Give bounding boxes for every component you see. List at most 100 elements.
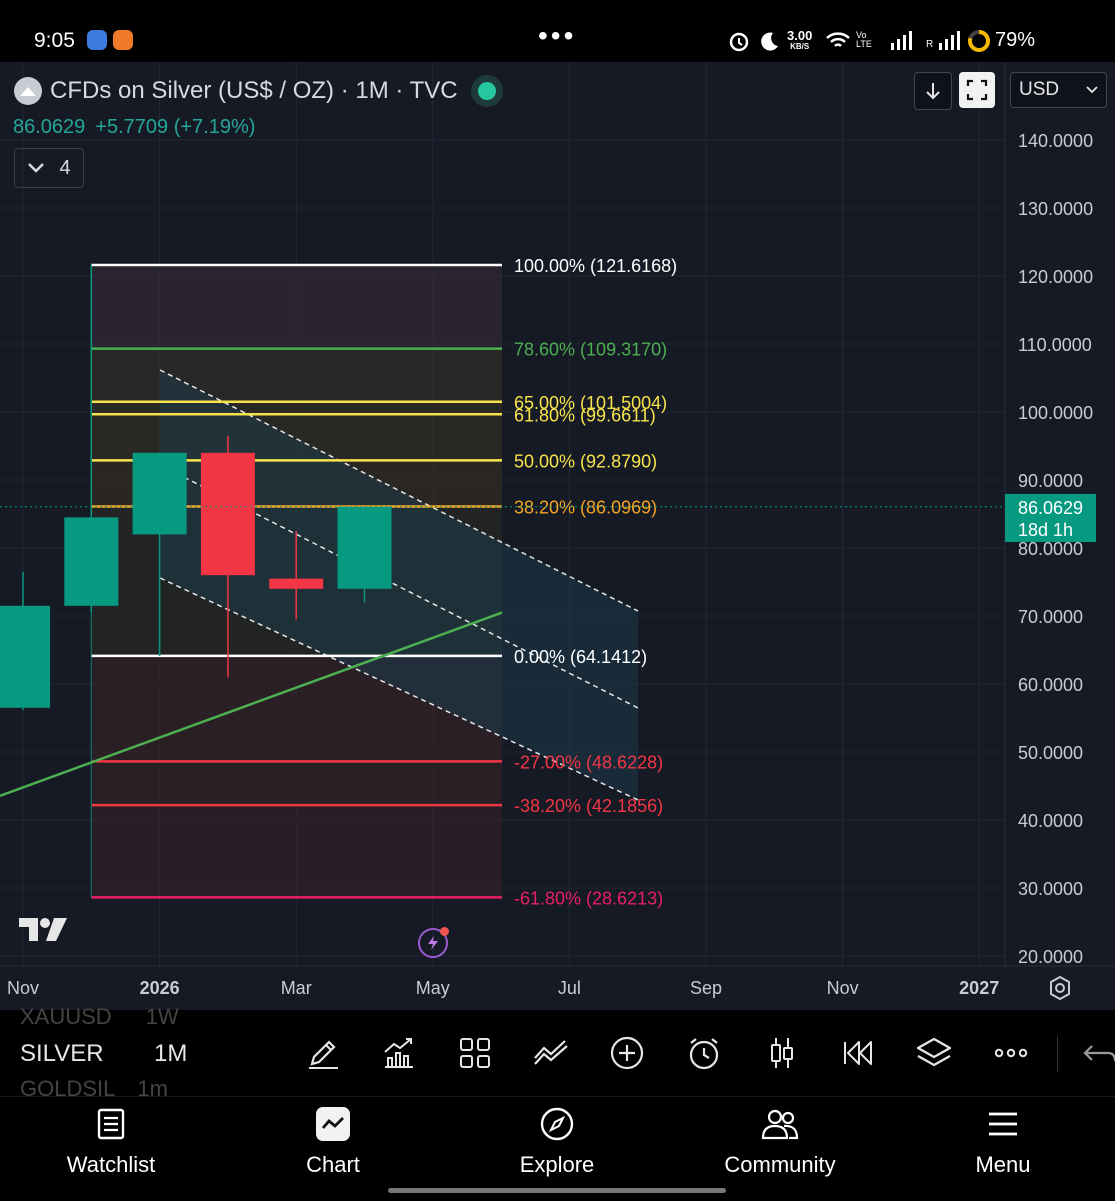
pencil-icon[interactable]: [304, 1034, 342, 1072]
fib-level-label: 38.20% (86.0969): [514, 498, 657, 518]
nav-watchlist-label: Watchlist: [66, 1152, 156, 1177]
price-axis-label: 70.0000: [1018, 607, 1083, 627]
currency-select[interactable]: USD: [1010, 72, 1107, 108]
time-axis-label: Nov: [7, 978, 39, 998]
time-axis-label: Mar: [281, 978, 312, 998]
wifi-icon: [826, 32, 850, 47]
fib-zone: [91, 401, 503, 415]
tradingview-logo-icon: [19, 918, 67, 941]
status-time: 9:05: [34, 29, 75, 52]
candle-body: [64, 517, 119, 606]
candle-body: [337, 506, 392, 589]
candle-body: [0, 605, 50, 708]
chevron-down-icon: [1086, 86, 1098, 94]
signal-icon-2: [939, 31, 960, 50]
price-axis-label: 140.0000: [1018, 131, 1093, 151]
more-icon[interactable]: [992, 1034, 1030, 1072]
symbol-ghost-prev[interactable]: XAUUSD 1W: [20, 1004, 179, 1030]
bar-countdown: 18d 1h: [1018, 520, 1074, 540]
replay-icon[interactable]: [839, 1034, 877, 1072]
nav-explore-label: Explore: [519, 1152, 595, 1177]
scroll-to-latest-button[interactable]: [914, 72, 952, 110]
fib-level-label: -61.80% (28.6213): [514, 888, 663, 908]
notification-dot: [440, 927, 449, 936]
price-axis-label: 50.0000: [1018, 743, 1083, 763]
nav-community-label: Community: [724, 1152, 836, 1177]
alarm-icon[interactable]: [685, 1034, 723, 1072]
fib-level-label: 61.80% (99.6611): [514, 405, 656, 425]
signal-icon-1: [891, 31, 912, 50]
more-dots-icon: •••: [538, 20, 577, 51]
nav-chart[interactable]: Chart: [253, 1104, 413, 1178]
price-chart[interactable]: 100.00% (121.6168)78.60% (109.3170)65.00…: [0, 62, 1115, 1010]
time-axis-label: Nov: [827, 978, 859, 998]
chart-settings-gear-icon[interactable]: [1046, 974, 1074, 1002]
symbol-title: CFDs on Silver (US$ / OZ) · 1M · TVC: [50, 77, 458, 104]
arrow-down-icon: [926, 83, 940, 100]
price-change: +5.7709 (+7.19%): [95, 116, 256, 138]
volte-label: Vo LTE: [856, 30, 872, 49]
layers-icon[interactable]: [915, 1034, 953, 1072]
fib-level-label: -38.20% (42.1856): [514, 796, 663, 816]
indicator-count: 4: [59, 156, 71, 179]
fib-level-label: 50.00% (92.8790): [514, 451, 657, 471]
expand-icon: [966, 79, 988, 101]
nav-community[interactable]: Community: [700, 1104, 860, 1178]
collapse-indicators-button[interactable]: 4: [14, 148, 84, 188]
time-axis-label: 2026: [140, 978, 180, 998]
nav-menu[interactable]: Menu: [923, 1104, 1083, 1178]
roaming-label: R: [926, 39, 934, 50]
menu-icon: [989, 1112, 1017, 1136]
current-interval[interactable]: 1M: [154, 1040, 187, 1068]
lightning-icon: [428, 936, 438, 950]
chart-legend[interactable]: CFDs on Silver (US$ / OZ) · 1M · TVC: [14, 77, 496, 105]
community-icon: [761, 1109, 799, 1140]
last-price-tag: 86.0629 18d 1h: [1005, 494, 1096, 542]
fullscreen-button[interactable]: [959, 72, 995, 108]
nav-watchlist[interactable]: Watchlist: [31, 1104, 191, 1178]
toolbar-divider: [1057, 1036, 1058, 1072]
chevron-down-icon: [28, 163, 45, 173]
price-axis-label: 90.0000: [1018, 471, 1083, 491]
grid-icon[interactable]: [456, 1034, 494, 1072]
current-symbol[interactable]: SILVER: [20, 1040, 104, 1068]
battery-percent: 79%: [995, 29, 1036, 51]
undo-icon[interactable]: [1080, 1034, 1115, 1072]
candle-body: [200, 452, 255, 576]
fib-level-label: 0.00% (64.1412): [514, 647, 647, 667]
price-axis-label: 100.0000: [1018, 403, 1093, 423]
compare-icon[interactable]: [532, 1034, 570, 1072]
app-notification-icon: [113, 30, 133, 50]
status-bar: 9:05 ••• 3.00 KB/S Vo LTE R 79%: [0, 0, 1115, 62]
network-speed: 3.00 KB/S: [787, 28, 813, 51]
fib-zone: [91, 761, 503, 806]
battery-ring-icon: [968, 30, 990, 52]
alarm-status-icon: [729, 32, 749, 52]
price-summary: 86.0629 +5.7709 (+7.19%): [13, 116, 265, 139]
price-axis-label: 30.0000: [1018, 879, 1083, 899]
currency-value: USD: [1019, 79, 1060, 100]
candle-body: [269, 578, 324, 589]
weather-icon: [87, 30, 107, 50]
price-axis-label: 130.0000: [1018, 199, 1093, 219]
nav-explore[interactable]: Explore: [477, 1104, 637, 1178]
fib-level-label: 100.00% (121.6168): [514, 256, 677, 276]
candle-style-icon[interactable]: [763, 1034, 801, 1072]
nav-chart-label: Chart: [306, 1152, 360, 1177]
add-icon[interactable]: [608, 1034, 646, 1072]
flash-alert-icon[interactable]: [418, 927, 449, 958]
time-axis-label: Sep: [690, 978, 722, 998]
fib-level-label: -27.00% (48.6228): [514, 752, 663, 772]
chart-area[interactable]: 100.00% (121.6168) 78.60% (109.3170) 65.00…: [0, 62, 1115, 1010]
candle-body: [132, 452, 187, 535]
fib-zone: [91, 265, 503, 349]
compass-icon: [540, 1107, 574, 1141]
price-axis-label: 120.0000: [1018, 267, 1093, 287]
silver-logo-icon: [14, 77, 42, 105]
fib-level-label: 78.60% (109.3170): [514, 340, 667, 360]
indicators-icon[interactable]: [380, 1034, 418, 1072]
price-axis-label: 20.0000: [1018, 947, 1083, 967]
time-axis-label: 2027: [959, 978, 999, 998]
market-open-indicator-icon: [477, 82, 496, 100]
time-axis-label: May: [416, 978, 450, 998]
